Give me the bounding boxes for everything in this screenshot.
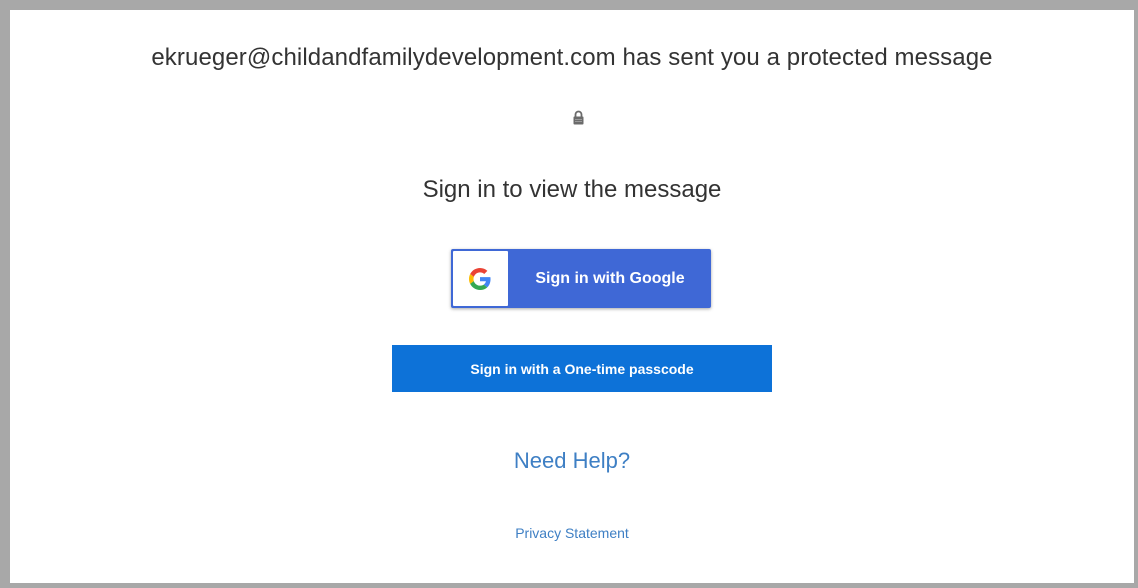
lock-icon	[573, 110, 584, 125]
window-border-left	[0, 0, 10, 588]
privacy-statement-link[interactable]: Privacy Statement	[10, 525, 1134, 541]
sign-in-otp-button[interactable]: Sign in with a One-time passcode	[392, 345, 772, 392]
google-icon-container	[453, 251, 508, 306]
need-help-link[interactable]: Need Help?	[10, 448, 1134, 474]
sign-in-heading: Sign in to view the message	[422, 176, 722, 203]
protected-message-page: ekrueger@childandfamilydevelopment.com h…	[0, 0, 1138, 588]
sender-message: ekrueger@childandfamilydevelopment.com h…	[151, 44, 993, 71]
window-border-bottom	[0, 583, 1138, 588]
window-border-right	[1134, 0, 1138, 588]
google-g-icon	[469, 268, 491, 290]
window-border-top	[0, 0, 1138, 10]
sign-in-google-label: Sign in with Google	[535, 269, 685, 287]
sign-in-google-button[interactable]: Sign in with Google	[451, 249, 711, 308]
